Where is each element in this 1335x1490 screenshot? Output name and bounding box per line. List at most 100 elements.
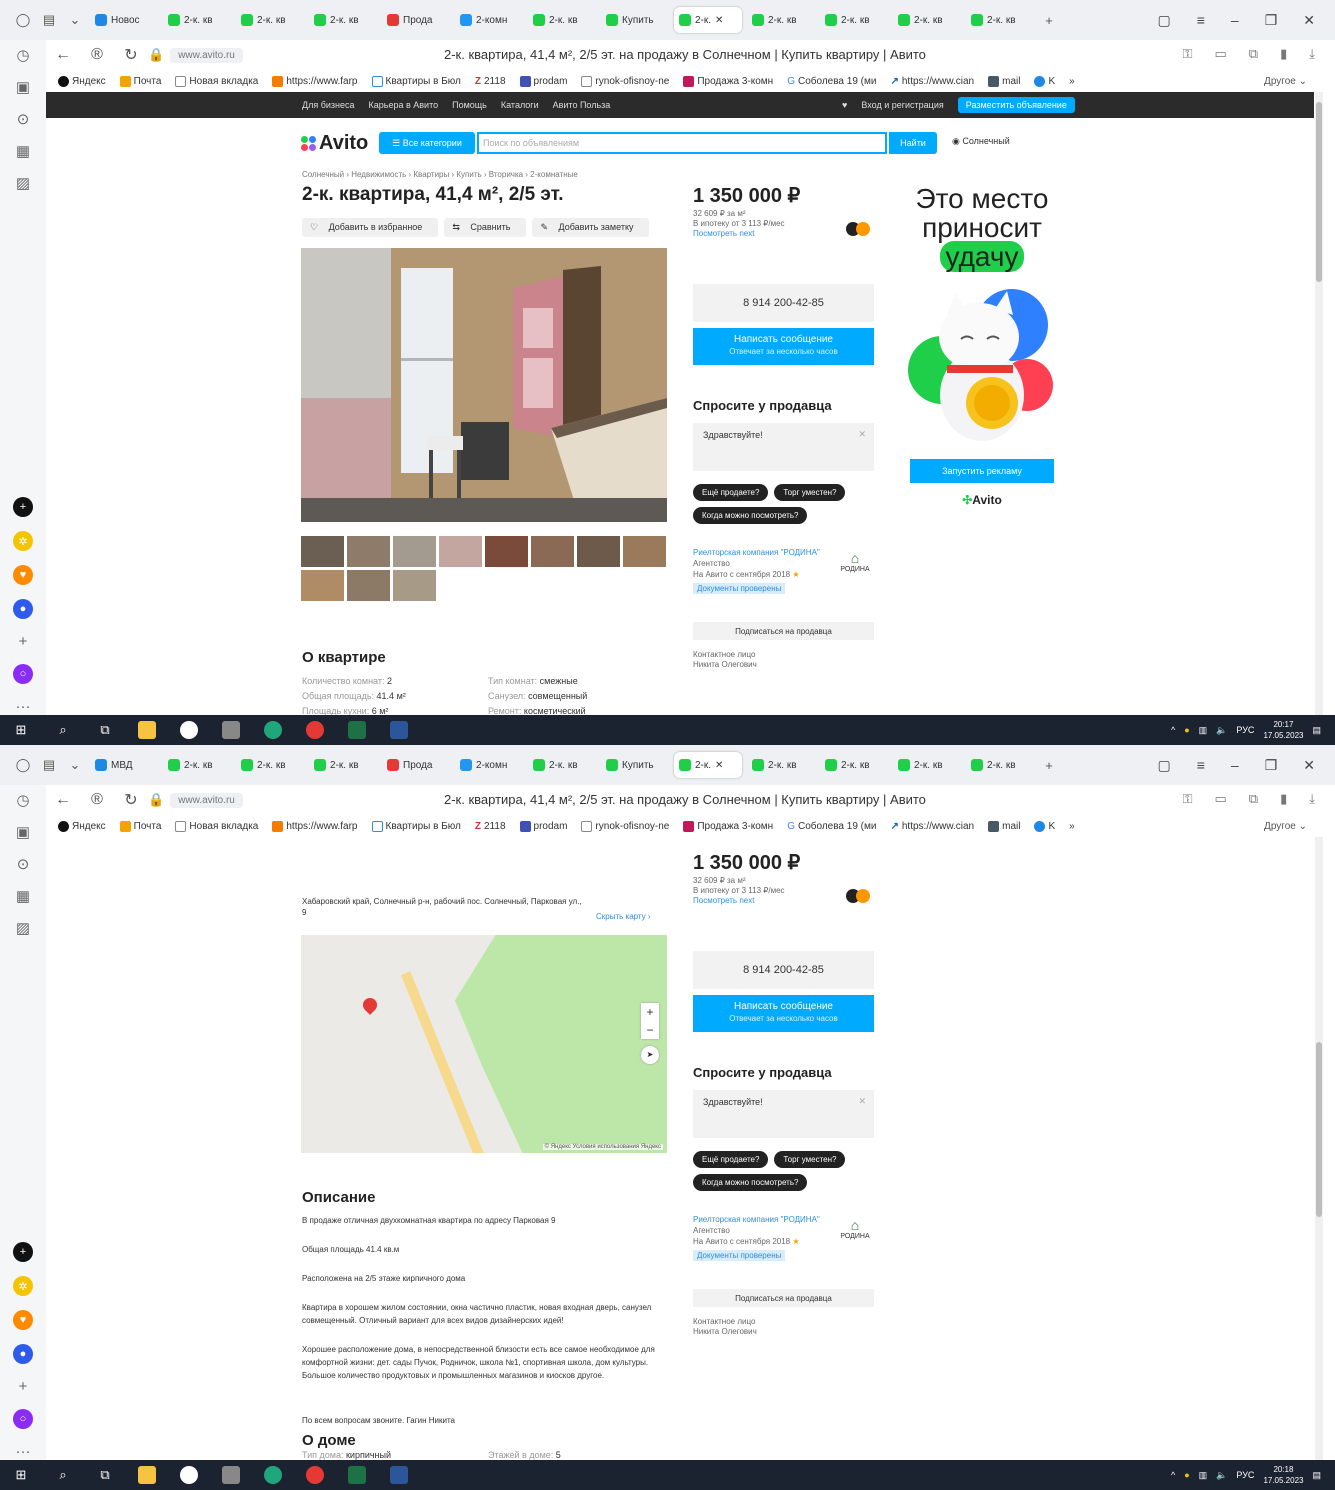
bookmark-prodam[interactable]: prodam	[519, 75, 567, 87]
tab-manager-icon[interactable]: ▢	[1158, 12, 1171, 29]
bookmark-prodazha[interactable]: Продажа 3-комн	[683, 820, 773, 832]
bookmark-farp[interactable]: https://www.farp	[272, 820, 358, 832]
chip-when-view[interactable]: Когда можно посмотреть?	[693, 507, 808, 524]
post-ad-button[interactable]: Разместить объявление	[957, 97, 1075, 113]
tab-11[interactable]: 2-к. кв	[893, 7, 961, 33]
ask-seller-input[interactable]: Здравствуйте! ✕	[693, 423, 874, 471]
url-host[interactable]: www.avito.ru	[170, 792, 243, 808]
downloads-icon[interactable]: ⤓	[1309, 791, 1315, 807]
tab-2[interactable]: 2-к. кв	[236, 752, 304, 778]
tab-12[interactable]: 2-к. кв	[966, 752, 1034, 778]
seller-name-link[interactable]: Риелторская компания "РОДИНА"	[693, 1214, 843, 1225]
clear-icon[interactable]: ✕	[858, 1096, 866, 1107]
bookmark-prodam[interactable]: prodam	[519, 820, 567, 832]
map-copyright[interactable]: © Яндекс Условия использования Яндекс	[542, 1144, 663, 1150]
gallery-icon[interactable]: ▨	[16, 174, 30, 192]
thumbnail[interactable]	[623, 536, 666, 567]
back-icon[interactable]: ←	[46, 46, 80, 64]
thumbnail[interactable]	[393, 536, 436, 567]
avito-logo[interactable]: Avito	[301, 132, 368, 155]
tab-10[interactable]: 2-к. кв	[820, 752, 888, 778]
thumbnail[interactable]	[301, 536, 344, 567]
close-icon[interactable]: ✕	[1303, 12, 1315, 29]
show-phone-button[interactable]: 8 914 200-42-85	[693, 951, 874, 989]
location-selector[interactable]: ◉ Солнечный	[952, 136, 1010, 147]
search-input[interactable]: Поиск по объявлениям	[477, 132, 887, 154]
restore-icon[interactable]: ❐	[1265, 757, 1278, 774]
tab-groups-icon[interactable]: ▤	[38, 754, 60, 776]
zoom-out-icon[interactable]: −	[641, 1021, 659, 1039]
add-app-icon[interactable]: +	[19, 1378, 28, 1395]
notes-icon[interactable]: ▦	[16, 887, 30, 905]
tab-0[interactable]: Новос	[90, 7, 158, 33]
yandex-browser-icon[interactable]	[168, 1466, 210, 1484]
play-icon[interactable]: ⊙	[17, 110, 30, 128]
bookmark-k[interactable]: K	[1034, 75, 1055, 87]
bookmark-yandex[interactable]: Яндекс	[58, 820, 106, 832]
tab-7[interactable]: Купить	[601, 7, 669, 33]
explorer-icon[interactable]	[126, 1466, 168, 1484]
protect-icon[interactable]: ®	[80, 791, 114, 809]
bookmark-other[interactable]: Другое ⌄	[1264, 76, 1335, 87]
ask-seller-input[interactable]: Здравствуйте! ✕	[693, 1090, 874, 1138]
back-icon[interactable]: ←	[46, 791, 80, 809]
downloads-icon[interactable]: ⤓	[1309, 46, 1315, 62]
tab-12[interactable]: 2-к. кв	[966, 7, 1034, 33]
history-icon[interactable]: ◷	[16, 791, 29, 809]
bookmark-icon[interactable]: ▮	[1280, 46, 1287, 62]
start-icon[interactable]: ⊞	[0, 722, 42, 738]
notes-icon[interactable]: ▦	[16, 142, 30, 160]
chip-still-selling[interactable]: Ещё продаете?	[693, 484, 769, 501]
page-scrollbar[interactable]	[1315, 92, 1323, 715]
tray-app-icon[interactable]: ●	[1184, 725, 1189, 735]
login-link[interactable]: Вход и регистрация	[861, 100, 943, 110]
app-messenger-icon[interactable]: ●	[13, 599, 33, 619]
tab-5[interactable]: 2-комн	[455, 7, 523, 33]
bookmark-kvartiry[interactable]: Квартиры в Бюл	[371, 820, 461, 832]
nav-help[interactable]: Помощь	[452, 100, 487, 110]
bookmark-soboleva[interactable]: G Соболева 19 (ми	[787, 821, 876, 832]
breadcrumb[interactable]: Солнечный › Недвижимость › Квартиры › Ку…	[302, 170, 578, 179]
chip-still-selling[interactable]: Ещё продаете?	[693, 1151, 769, 1168]
tab-11[interactable]: 2-к. кв	[893, 752, 961, 778]
play-icon[interactable]: ⊙	[17, 855, 30, 873]
all-categories-button[interactable]: ☰ Все категории	[379, 132, 475, 154]
tab-close-icon[interactable]: ✕	[715, 15, 723, 26]
seller-logo[interactable]: ⌂ РОДИНА	[838, 550, 872, 573]
search-icon[interactable]: ⌕	[42, 722, 84, 738]
tabs-dropdown-icon[interactable]: ⌄	[64, 754, 86, 776]
mortgage-link[interactable]: Посмотреть next	[693, 896, 785, 906]
bookmark-yandex[interactable]: Яндекс	[58, 75, 106, 87]
app-plus-icon[interactable]: +	[13, 497, 33, 517]
zoom-in-icon[interactable]: +	[641, 1003, 659, 1021]
tab-close-icon[interactable]: ✕	[715, 760, 723, 771]
url-host[interactable]: www.avito.ru	[170, 47, 243, 63]
bookmarks-more-icon[interactable]: »	[1069, 821, 1075, 832]
app-heart-icon[interactable]: ♥	[13, 565, 33, 585]
word-icon[interactable]	[378, 721, 420, 739]
bookmarks-more-icon[interactable]: »	[1069, 76, 1075, 87]
more-icon[interactable]: ···	[16, 698, 31, 715]
seller-name-link[interactable]: Риелторская компания "РОДИНА"	[693, 547, 843, 558]
seller-logo[interactable]: ⌂ РОДИНА	[838, 1217, 872, 1240]
translate-icon[interactable]: ⧉	[1249, 46, 1258, 62]
tab-8[interactable]: 2-к. ✕	[674, 752, 742, 778]
menu-icon[interactable]: ≡	[1197, 757, 1205, 774]
explorer-icon[interactable]	[126, 721, 168, 739]
thumbnail[interactable]	[439, 536, 482, 567]
chip-bargain[interactable]: Торг уместен?	[774, 1151, 846, 1168]
clear-icon[interactable]: ✕	[858, 429, 866, 440]
tab-1[interactable]: 2-к. кв	[163, 752, 231, 778]
tab-7[interactable]: Купить	[601, 752, 669, 778]
thumbnail[interactable]	[485, 536, 528, 567]
start-icon[interactable]: ⊞	[0, 1467, 42, 1483]
ad-banner[interactable]: Это место приносит удачу Запустить рекла…	[904, 184, 1060, 514]
tab-10[interactable]: 2-к. кв	[820, 7, 888, 33]
new-tab-button[interactable]: +	[1038, 9, 1060, 31]
mortgage-link[interactable]: Посмотреть next	[693, 229, 785, 239]
bookmark-other[interactable]: Другое ⌄	[1264, 821, 1335, 832]
tray-arrow-icon[interactable]: ^	[1171, 1470, 1175, 1480]
compare-button[interactable]: ⇆ Сравнить	[444, 218, 527, 237]
translate-icon[interactable]: ⧉	[1249, 791, 1258, 807]
reload-icon[interactable]: ↻	[114, 45, 148, 65]
